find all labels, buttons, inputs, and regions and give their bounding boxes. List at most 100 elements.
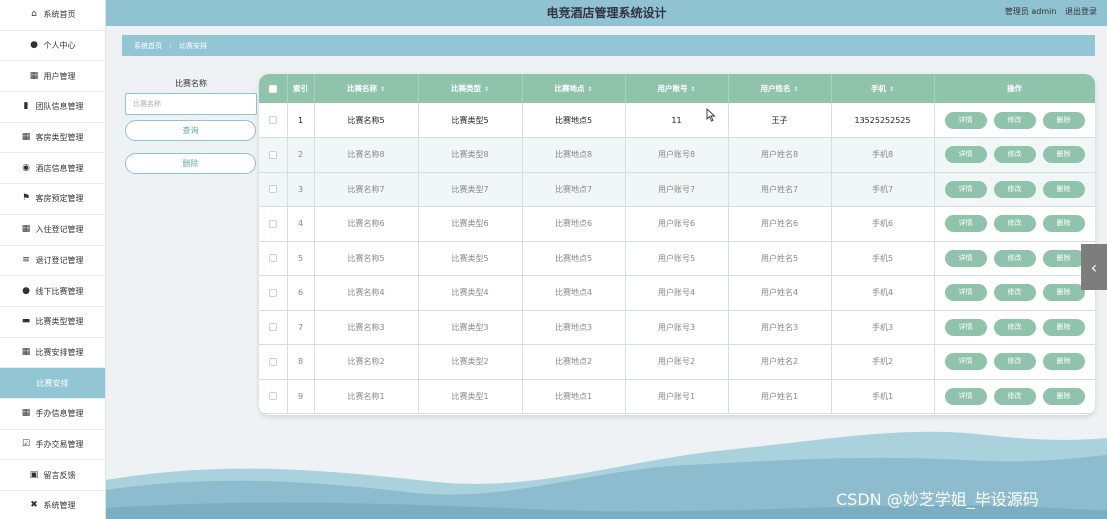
delete-button[interactable]: 删除 [1042,111,1085,129]
table-row[interactable]: 2 比赛名称8 比赛类型8 比赛地点8 用户账号8 用户姓名8 手机8 详情 修改 删除 [259,137,1095,173]
sidebar-item[interactable]: ≡ 退订登记管理 [0,246,105,277]
row-checkbox[interactable] [268,392,277,401]
edit-button[interactable]: 修改 [993,180,1036,198]
row-checkbox[interactable] [268,150,277,159]
sort-icon[interactable]: ⇕ [484,86,489,93]
table-row[interactable]: 6 比赛名称4 比赛类型4 比赛地点4 用户账号4 用户姓名4 手机4 详情 修改 删除 [259,275,1095,311]
column-header[interactable]: 用户账号 ⇕ [625,74,729,103]
detail-button[interactable]: 详情 [944,284,987,302]
column-header[interactable]: 比赛地点 ⇕ [522,74,626,103]
delete-button[interactable]: 删除 [1042,215,1085,233]
table-row[interactable]: 5 比赛名称5 比赛类型5 比赛地点5 用户账号5 用户姓名5 手机5 详情 修改 删除 [259,241,1095,276]
detail-button[interactable]: 详情 [944,353,987,371]
row-checkbox[interactable] [268,323,277,332]
sidebar-item[interactable]: ▬ 比赛类型管理 [0,307,105,338]
search-panel: 比赛名称 比赛名称 查询 删除 [125,78,257,174]
edit-button[interactable]: 修改 [993,387,1036,405]
sidebar-item[interactable]: ▣ 留言反馈 [0,460,105,491]
detail-button[interactable]: 详情 [944,180,987,198]
sidebar-item[interactable]: ◉ 酒店信息管理 [0,153,105,185]
detail-button[interactable]: 详情 [944,249,987,267]
detail-button[interactable]: 详情 [944,318,987,336]
sidebar-item-label: 用户管理 [43,71,76,81]
sidebar-item[interactable]: ▦ 比赛安排管理 [0,338,105,369]
delete-button[interactable]: 删除 [1042,146,1085,164]
logout-link[interactable]: 退出登录 [1065,7,1097,16]
table-cell: 手机1 [831,379,935,414]
delete-button[interactable]: 删除 [1042,353,1085,371]
detail-button[interactable]: 详情 [944,146,987,164]
side-tab[interactable]: ‹ [1081,244,1107,290]
sidebar-item[interactable]: ⚑ 客房预定管理 [0,184,105,215]
delete-button[interactable]: 删除 [1042,180,1085,198]
sort-icon[interactable]: ⇕ [690,86,695,93]
sidebar-item[interactable]: ● 个人中心 [0,31,105,62]
select-all-checkbox[interactable] [268,85,277,93]
sidebar-item[interactable]: ▦ 用户管理 [0,61,105,93]
detail-button[interactable]: 详情 [944,215,987,233]
table-row[interactable]: 8 比赛名称2 比赛类型2 比赛地点2 用户账号2 用户姓名2 手机2 详情 修改 删除 [259,344,1095,380]
sort-icon[interactable]: ⇕ [793,86,798,93]
sidebar-item[interactable]: ☑ 手办交易管理 [0,430,105,461]
column-header[interactable]: 比赛名称 ⇕ [314,74,419,103]
table-cell: 比赛名称1 [314,379,419,414]
batch-delete-button[interactable]: 删除 [125,153,256,174]
sort-icon[interactable]: ⇕ [889,86,894,93]
sidebar-item[interactable]: ▦ 客房类型管理 [0,123,105,154]
edit-button[interactable]: 修改 [993,146,1036,164]
sidebar-item[interactable]: ⌂ 系统首页 [0,0,105,31]
sidebar-item-label: 酒店信息管理 [35,163,84,173]
query-button[interactable]: 查询 [125,120,256,141]
sidebar-item[interactable]: ▦ 手办信息管理 [0,399,105,430]
column-header[interactable]: 用户姓名 ⇕ [728,74,832,103]
delete-button[interactable]: 删除 [1042,387,1085,405]
table-cell: 9 [287,379,315,414]
table-row[interactable]: 3 比赛名称7 比赛类型7 比赛地点7 用户账号7 用户姓名7 手机7 详情 修改 删除 [259,172,1095,207]
detail-button[interactable]: 详情 [944,111,987,129]
row-actions-cell: 详情 修改 删除 [934,379,1095,414]
mouse-cursor-icon [706,108,716,122]
table-row[interactable]: 1 比赛名称5 比赛类型5 比赛地点5 11 王子 13525252525 详情 修改 删除 [259,103,1095,138]
detail-button[interactable]: 详情 [944,387,987,405]
edit-button[interactable]: 修改 [993,111,1036,129]
sidebar-item-label: 客房类型管理 [35,133,84,143]
delete-button[interactable]: 删除 [1042,318,1085,336]
match-name-input[interactable]: 比赛名称 [125,93,257,115]
sidebar-item[interactable]: ▦ 入住登记管理 [0,215,105,246]
row-checkbox[interactable] [268,288,277,297]
edit-button[interactable]: 修改 [993,215,1036,233]
edit-button[interactable]: 修改 [993,284,1036,302]
row-checkbox[interactable] [268,116,277,124]
table-row[interactable]: 9 比赛名称1 比赛类型1 比赛地点1 用户账号1 用户姓名1 手机1 详情 修改 删除 [259,379,1095,414]
column-header[interactable]: 比赛类型 ⇕ [418,74,523,103]
delete-button[interactable]: 删除 [1042,284,1085,302]
column-header: 索引 [287,74,315,103]
sort-icon[interactable]: ⇕ [380,86,385,93]
table-cell: 比赛名称6 [314,206,419,242]
sidebar-item[interactable]: ● 线下比赛管理 [0,276,105,307]
delete-button[interactable]: 删除 [1042,249,1085,267]
table-cell: 6 [287,275,315,311]
row-checkbox[interactable] [268,185,277,194]
sidebar-item-label: 线下比赛管理 [35,286,84,296]
row-checkbox[interactable] [268,357,277,366]
column-header[interactable]: 手机 ⇕ [831,74,935,103]
sidebar-item[interactable]: ✖ 系统管理 [0,491,105,519]
row-checkbox[interactable] [268,219,277,228]
table-row[interactable]: 7 比赛名称3 比赛类型3 比赛地点3 用户账号3 用户姓名3 手机3 详情 修改 删除 [259,310,1095,345]
edit-button[interactable]: 修改 [993,353,1036,371]
edit-button[interactable]: 修改 [993,249,1036,267]
row-checkbox[interactable] [268,254,277,263]
sidebar-item[interactable]: ▮ 团队信息管理 [0,92,105,123]
breadcrumb-home[interactable]: 系统首页 [134,41,162,51]
table-cell: 用户账号8 [625,137,729,173]
table-cell: 手机8 [831,137,935,173]
sort-icon[interactable]: ⇕ [587,86,592,93]
table-row[interactable]: 4 比赛名称6 比赛类型6 比赛地点6 用户账号6 用户姓名6 手机6 详情 修改 删除 [259,206,1095,242]
edit-button[interactable]: 修改 [993,318,1036,336]
sidebar-item[interactable]: 比赛安排 [0,368,105,399]
table-cell: 比赛地点6 [522,206,626,242]
table-cell: 比赛名称8 [314,137,419,173]
sidebar-item-label: 客房预定管理 [35,194,84,204]
sidebar-item-label: 比赛类型管理 [35,317,84,327]
